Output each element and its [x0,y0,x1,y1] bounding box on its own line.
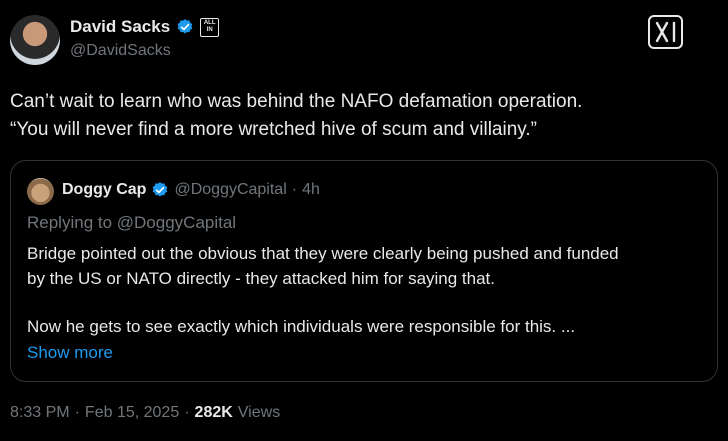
quote-author-name[interactable]: Doggy Cap [62,181,146,199]
quote-body-line: Now he gets to see exactly which individ… [27,317,576,336]
author-name[interactable]: David Sacks [70,17,170,37]
tweet-text-line: “You will never find a more wretched hiv… [10,119,537,140]
verified-badge-icon [177,19,193,34]
quoted-tweet-card[interactable]: Doggy Cap @DoggyCapital · 4h Replying to… [10,160,718,382]
quote-timestamp[interactable]: 4h [302,181,320,199]
tweet-text: Can’t wait to learn who was behind the N… [10,88,710,144]
quote-body-line: Bridge pointed out the obvious that they… [27,244,619,263]
quote-body-line: by the US or NATO directly - they attack… [27,269,496,288]
quote-replying-to: Replying to @DoggyCapital [27,213,237,232]
quote-author-handle[interactable]: @DoggyCapital [174,181,286,199]
author-handle[interactable]: @DavidSacks [70,42,171,60]
x-logo-glyph-icon [655,21,675,43]
tweet-text-line: Can’t wait to learn who was behind the N… [10,91,583,112]
footer-separator: · [184,404,190,421]
x-logo-icon[interactable] [648,15,683,49]
footer-separator: · [74,404,80,421]
show-more-link[interactable]: Show more [27,343,113,363]
quote-header: Doggy Cap @DoggyCapital · 4h [62,181,320,199]
verified-badge-icon [153,182,168,197]
post-time[interactable]: 8:33 PM [10,404,70,422]
affiliation-badge-line2: IN [206,27,213,33]
quote-author-avatar[interactable] [27,178,54,205]
quote-body: Bridge pointed out the obvious that they… [27,241,717,339]
views-label: Views [237,404,281,421]
post-date[interactable]: Feb 15, 2025 [85,404,179,422]
affiliation-badge-line1: ALL [203,20,216,26]
author-name-row: David Sacks ALL IN [70,17,220,37]
author-avatar[interactable] [10,15,60,65]
affiliation-badge[interactable]: ALL IN [200,17,220,37]
views-count: 282K [194,404,233,421]
quote-separator: · [291,181,298,198]
tweet-footer: 8:33 PM · Feb 15, 2025 · 282K Views [10,404,280,422]
